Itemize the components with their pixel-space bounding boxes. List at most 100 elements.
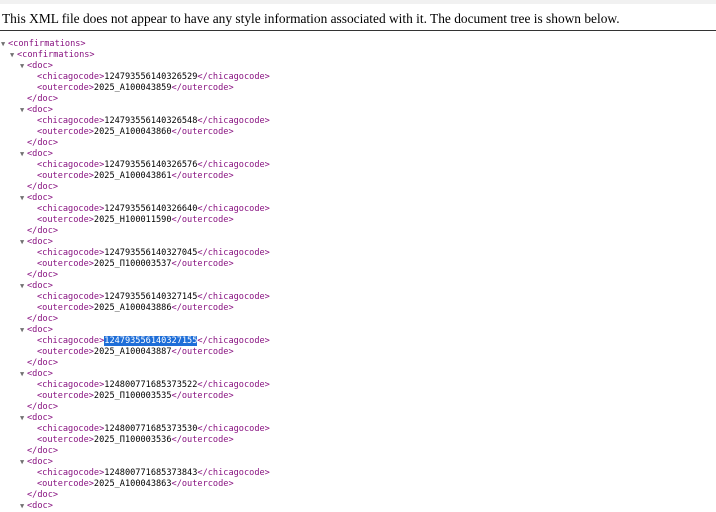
chicagocode-value[interactable]: 124793556140327145 [104,292,197,302]
doc-open-tag: <doc> [27,501,53,511]
chicagocode-open-tag: <chicagocode> [37,72,105,82]
confirmations-outer-line: ▼ <confirmations> [0,39,716,50]
outercode-line: <outercode>2025_A100043863</outercode> [0,479,716,490]
xml-document-tree: ▼ <confirmations> ▼ <confirmations> ▼ <do… [0,39,716,512]
chicagocode-close-tag: </chicagocode> [197,424,270,434]
chicagocode-open-tag: <chicagocode> [37,336,105,346]
chicagocode-open-tag: <chicagocode> [37,204,105,214]
chicagocode-value[interactable]: 124793556140327155 [104,336,198,346]
chicagocode-value[interactable]: 124793556140326640 [104,204,197,214]
chicagocode-value[interactable]: 124800771685373530 [104,424,197,434]
outercode-close-tag: </outercode> [171,347,234,357]
doc-close-tag: </doc> [27,358,59,368]
chicagocode-value[interactable]: 124800771685373522 [104,380,197,390]
chicagocode-line: <chicagocode>124793556140327045</chicago… [0,248,716,259]
outercode-line: <outercode>2025_П100003536</outercode> [0,435,716,446]
outercode-close-tag: </outercode> [171,391,234,401]
chicagocode-value[interactable]: 124800771685373843 [104,468,197,478]
chicagocode-value[interactable]: 124793556140326529 [104,72,197,82]
doc-open-line: ▼ <doc> [0,369,716,380]
doc-close-tag: </doc> [27,270,59,280]
doc-close-line: </doc> [0,182,716,193]
outercode-close-tag: </outercode> [171,83,234,93]
chicagocode-open-tag: <chicagocode> [37,160,105,170]
outercode-line: <outercode>2025_A100043886</outercode> [0,303,716,314]
chicagocode-line: <chicagocode>124793556140326576</chicago… [0,160,716,171]
doc-open-tag: <doc> [27,61,53,71]
outercode-line: <outercode>2025_П100003535</outercode> [0,391,716,402]
outercode-value[interactable]: 2025_П100003536 [94,435,172,445]
confirmations-inner-line: ▼ <confirmations> [0,50,716,61]
outercode-close-tag: </outercode> [171,259,234,269]
chicagocode-line: <chicagocode>124800771685373530</chicago… [0,424,716,435]
chicagocode-value[interactable]: 124793556140327045 [104,248,197,258]
doc-close-line: </doc> [0,138,716,149]
chicagocode-line: <chicagocode>124793556140327145</chicago… [0,292,716,303]
doc-close-tag: </doc> [27,314,59,324]
doc-close-tag: </doc> [27,182,59,192]
doc-open-tag: <doc> [27,193,53,203]
outercode-line: <outercode>2025_П100003537</outercode> [0,259,716,270]
chicagocode-line: <chicagocode>124800771685373843</chicago… [0,468,716,479]
chicagocode-value[interactable]: 124793556140326548 [104,116,197,126]
outercode-value[interactable]: 2025_A100043886 [94,303,172,313]
confirmations-open-tag: <confirmations> [17,50,95,60]
outercode-value[interactable]: 2025_A100043859 [94,83,172,93]
outercode-open-tag: <outercode> [37,479,94,489]
doc-open-line: ▼ <doc> [0,61,716,72]
outercode-close-tag: </outercode> [171,215,234,225]
chicagocode-line: <chicagocode>124793556140326529</chicago… [0,72,716,83]
chicagocode-line: <chicagocode>124793556140326548</chicago… [0,116,716,127]
doc-close-line: </doc> [0,270,716,281]
outercode-open-tag: <outercode> [37,347,94,357]
outercode-open-tag: <outercode> [37,391,94,401]
doc-open-line: ▼ <doc> [0,281,716,292]
chicagocode-open-tag: <chicagocode> [37,292,105,302]
chicagocode-close-tag: </chicagocode> [197,160,270,170]
doc-open-tag: <doc> [27,281,53,291]
outercode-value[interactable]: 2025_П100003537 [94,259,172,269]
outercode-open-tag: <outercode> [37,127,94,137]
outercode-close-tag: </outercode> [171,127,234,137]
chicagocode-line: <chicagocode>124800771685373522</chicago… [0,380,716,391]
doc-close-tag: </doc> [27,138,59,148]
outercode-open-tag: <outercode> [37,215,94,225]
doc-close-line: </doc> [0,226,716,237]
chicagocode-close-tag: </chicagocode> [197,248,270,258]
outercode-value[interactable]: 2025_A100043887 [94,347,172,357]
outercode-line: <outercode>2025_A100043860</outercode> [0,127,716,138]
doc-close-tag: </doc> [27,94,59,104]
xml-style-notice: This XML file does not appear to have an… [2,11,620,26]
outercode-close-tag: </outercode> [171,479,234,489]
chicagocode-value[interactable]: 124793556140326576 [104,160,197,170]
chicagocode-open-tag: <chicagocode> [37,380,105,390]
confirmations-open-tag: <confirmations> [8,39,86,49]
chicagocode-close-tag: </chicagocode> [197,204,270,214]
outercode-value[interactable]: 2025_П100003535 [94,391,172,401]
outercode-value[interactable]: 2025_A100043863 [94,479,172,489]
doc-open-line: ▼ <doc> [0,193,716,204]
chicagocode-open-tag: <chicagocode> [37,248,105,258]
doc-open-line: ▼ <doc> [0,501,716,512]
chicagocode-close-tag: </chicagocode> [197,116,270,126]
notice-divider [0,30,716,31]
doc-open-tag: <doc> [27,105,53,115]
doc-open-line: ▼ <doc> [0,105,716,116]
doc-open-tag: <doc> [27,325,53,335]
outercode-line: <outercode>2025_A100043861</outercode> [0,171,716,182]
chicagocode-close-tag: </chicagocode> [197,72,270,82]
outercode-close-tag: </outercode> [171,303,234,313]
doc-open-tag: <doc> [27,413,53,423]
doc-open-line: ▼ <doc> [0,325,716,336]
doc-open-tag: <doc> [27,237,53,247]
doc-close-line: </doc> [0,94,716,105]
doc-open-tag: <doc> [27,369,53,379]
outercode-value[interactable]: 2025_A100043860 [94,127,172,137]
outercode-value[interactable]: 2025_H100011590 [94,215,172,225]
chicagocode-close-tag: </chicagocode> [197,336,270,346]
doc-close-line: </doc> [0,402,716,413]
outercode-open-tag: <outercode> [37,303,94,313]
outercode-line: <outercode>2025_H100011590</outercode> [0,215,716,226]
outercode-value[interactable]: 2025_A100043861 [94,171,172,181]
doc-close-line: </doc> [0,358,716,369]
